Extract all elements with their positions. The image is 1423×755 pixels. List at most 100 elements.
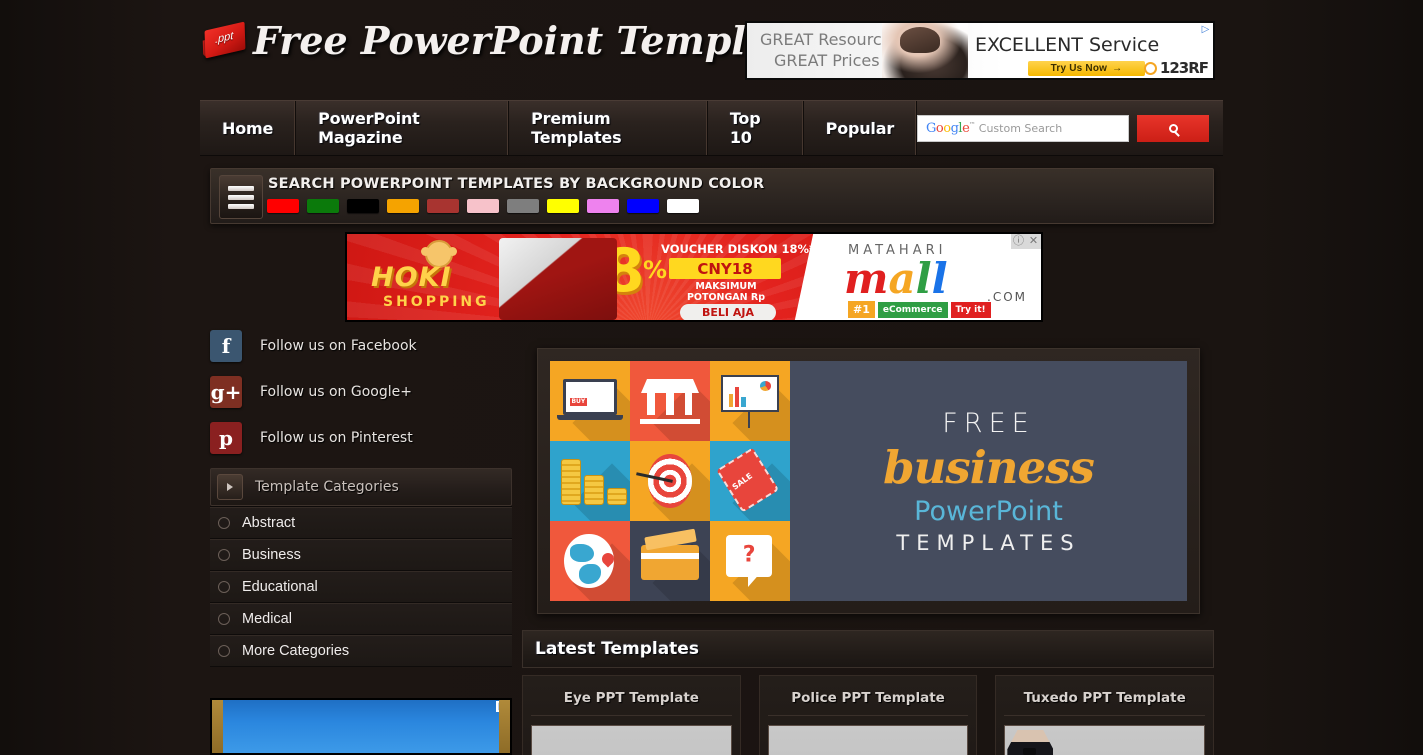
color-search-title: SEARCH POWERPOINT TEMPLATES BY BACKGROUN… xyxy=(268,176,765,192)
hero-line-templates: TEMPLATES xyxy=(896,530,1081,555)
main-navigation: Home PowerPoint Magazine Premium Templat… xyxy=(200,100,1223,156)
mall-ad-product-photo xyxy=(499,238,617,320)
mall-ad-cta-button[interactable]: BELI AJA xyxy=(680,304,776,320)
hero-line-free: FREE xyxy=(942,407,1035,439)
bank-icon xyxy=(640,378,700,424)
tile-globe xyxy=(550,521,630,601)
bullet-icon xyxy=(218,516,230,529)
template-card-thumbnail[interactable] xyxy=(1004,725,1206,755)
hamburger-icon[interactable] xyxy=(219,175,263,219)
color-swatch-brown[interactable] xyxy=(427,199,459,213)
sidebar-item-more-categories[interactable]: More Categories xyxy=(210,635,512,667)
sale-label: SALE xyxy=(730,471,755,493)
hero-line-business: business xyxy=(883,440,1095,494)
template-card-title: Eye PPT Template xyxy=(531,684,732,716)
googleplus-icon: g+ xyxy=(210,376,242,408)
search-input[interactable]: Google™ Custom Search xyxy=(917,114,1130,142)
template-card-thumbnail[interactable] xyxy=(767,725,969,755)
sidebar-item-googleplus[interactable]: g+ Follow us on Google+ xyxy=(210,376,512,408)
template-card[interactable]: Eye PPT Template xyxy=(522,675,741,755)
sidebar-item-abstract[interactable]: Abstract xyxy=(210,507,512,539)
123rf-logo-icon xyxy=(1143,61,1157,75)
nav-item-premium-templates[interactable]: Premium Templates xyxy=(509,101,708,155)
bullet-icon xyxy=(218,644,230,657)
google-letter-g: G xyxy=(926,120,936,136)
mall-badge-ecommerce: eCommerce xyxy=(877,301,948,318)
adchoices-icon[interactable]: ▷ xyxy=(1199,24,1212,35)
mall-ad-controls: ⓘ ✕ xyxy=(1011,234,1041,249)
template-categories-list: Abstract Business Educational Medical Mo… xyxy=(210,506,512,667)
color-search-bar: SEARCH POWERPOINT TEMPLATES BY BACKGROUN… xyxy=(210,168,1214,224)
sidebar-item-pinterest[interactable]: p Follow us on Pinterest xyxy=(210,422,512,454)
tile-presentation xyxy=(710,361,790,441)
template-categories-header[interactable]: Template Categories xyxy=(210,468,512,506)
hero-line-powerpoint: PowerPoint xyxy=(914,495,1063,527)
top-banner-ad[interactable]: GREAT Resources GREAT Prices EXCELLENT S… xyxy=(745,21,1215,80)
sidebar-item-facebook[interactable]: f Follow us on Facebook xyxy=(210,330,512,362)
top-ad-cta-button[interactable]: Try Us Now → xyxy=(1028,61,1145,76)
sidebar-item-medical[interactable]: Medical xyxy=(210,603,512,635)
mall-badge-number-one: #1 xyxy=(848,301,875,318)
info-icon[interactable]: ⓘ xyxy=(1011,234,1026,249)
credit-card-icon xyxy=(641,545,699,581)
top-ad-brand-label: 123RF xyxy=(1159,59,1209,77)
nav-item-top-10[interactable]: Top 10 xyxy=(708,101,804,155)
facebook-icon: f xyxy=(210,330,242,362)
color-swatch-red[interactable] xyxy=(267,199,299,213)
template-card[interactable]: Tuxedo PPT Template xyxy=(995,675,1215,755)
hero-banner[interactable]: BUY SALE ? FREE business PowerPoint TEMP… xyxy=(537,348,1200,614)
coins-icon xyxy=(561,459,628,505)
adchoices-icon[interactable]: ▷ xyxy=(496,701,509,712)
color-swatch-violet[interactable] xyxy=(587,199,619,213)
color-swatch-green[interactable] xyxy=(307,199,339,213)
mall-ad-brand-panel: MATAHARI mall .COM #1 eCommerce Try it! … xyxy=(826,234,1041,320)
category-label: Educational xyxy=(242,578,318,595)
mall-badge-tryit: Try it! xyxy=(950,301,991,318)
nav-item-powerpoint-magazine[interactable]: PowerPoint Magazine xyxy=(296,101,510,155)
mall-letter-a: a xyxy=(888,254,916,303)
color-swatch-yellow[interactable] xyxy=(547,199,579,213)
top-ad-model-photo xyxy=(882,23,968,78)
close-icon[interactable]: ✕ xyxy=(1026,234,1041,249)
question-bubble-icon: ? xyxy=(726,535,773,587)
mataharimall-banner-ad[interactable]: HOKI SHOPPING UP TO 88 % VOUCHER DISKON … xyxy=(345,232,1043,322)
presentation-icon xyxy=(721,375,779,413)
mall-letter-m: m xyxy=(844,254,889,303)
search-placeholder: Custom Search xyxy=(978,121,1063,135)
tile-credit-card xyxy=(630,521,710,601)
color-swatch-white[interactable] xyxy=(667,199,699,213)
tuxedo-man-image xyxy=(1007,730,1054,755)
mall-ad-voucher-text: VOUCHER DISKON 18%* xyxy=(661,242,816,256)
color-swatch-gray[interactable] xyxy=(507,199,539,213)
sidebar-item-business[interactable]: Business xyxy=(210,539,512,571)
category-label: More Categories xyxy=(242,642,350,659)
mall-letter-l2: l xyxy=(931,254,948,303)
mall-ad-promo-code: CNY18 xyxy=(669,258,781,279)
search-button[interactable] xyxy=(1137,114,1210,142)
sidebar-banner-ad[interactable]: ▷ xyxy=(210,698,512,755)
template-card-title: Tuxedo PPT Template xyxy=(1004,684,1206,716)
category-label: Abstract xyxy=(242,514,296,531)
bullet-icon xyxy=(218,548,230,561)
template-categories-title: Template Categories xyxy=(255,479,399,495)
color-swatch-pink[interactable] xyxy=(467,199,499,213)
site-logo[interactable]: .ppt Free PowerPoint Templates xyxy=(201,18,834,63)
google-wordmark: Google™ xyxy=(926,121,975,136)
nav-item-home[interactable]: Home xyxy=(200,101,297,155)
pinterest-icon: p xyxy=(210,422,242,454)
ppt-file-icon: .ppt xyxy=(201,20,247,62)
search-area: Google™ Custom Search xyxy=(917,101,1223,155)
tile-bank xyxy=(630,361,710,441)
mall-brand-badges: #1 eCommerce Try it! xyxy=(848,301,991,318)
sidebar-item-educational[interactable]: Educational xyxy=(210,571,512,603)
nav-item-popular[interactable]: Popular xyxy=(804,101,918,155)
trademark-symbol: ™ xyxy=(969,121,975,129)
tile-target xyxy=(630,441,710,521)
mall-ad-max-line1: MAKSIMUM xyxy=(695,281,757,292)
color-swatch-blue[interactable] xyxy=(627,199,659,213)
template-card[interactable]: Police PPT Template xyxy=(758,675,978,755)
template-card-thumbnail[interactable] xyxy=(531,725,732,755)
color-swatch-orange[interactable] xyxy=(387,199,419,213)
color-swatch-black[interactable] xyxy=(347,199,379,213)
mall-letter-l1: l xyxy=(915,254,932,303)
